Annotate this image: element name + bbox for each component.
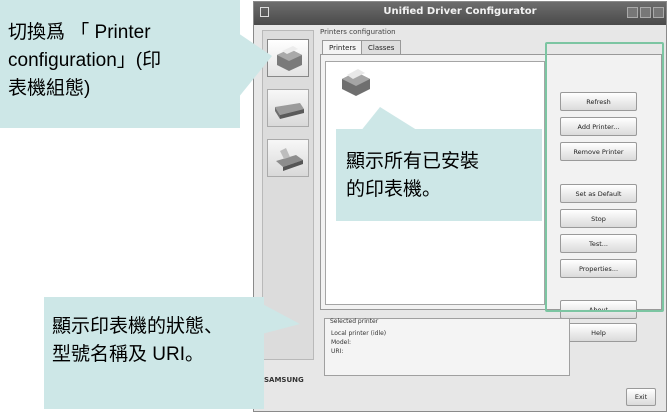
callout-text-line: 表機組態) [8, 78, 91, 99]
callout-text-line: 顯示所有已安裝 [346, 151, 480, 172]
printer-configuration-callout: 切換爲 「 Printer configuration」(印 表機組態) [0, 0, 240, 128]
printer-status-callout: 顯示印表機的狀態、 型號名稱及 URI。 [44, 297, 264, 409]
callout-text-line: 型號名稱及 URI。 [52, 344, 205, 365]
callout-text-line: configuration」(印 [8, 50, 162, 71]
top-callout-pointer [238, 33, 272, 98]
callout-text-line: 切換爲 「 Printer [8, 22, 151, 43]
callout-text-line: 顯示印表機的狀態、 [52, 316, 224, 337]
installed-printers-callout: 顯示所有已安裝 的印表機。 [336, 129, 542, 221]
callout-text-line: 的印表機。 [346, 179, 442, 200]
